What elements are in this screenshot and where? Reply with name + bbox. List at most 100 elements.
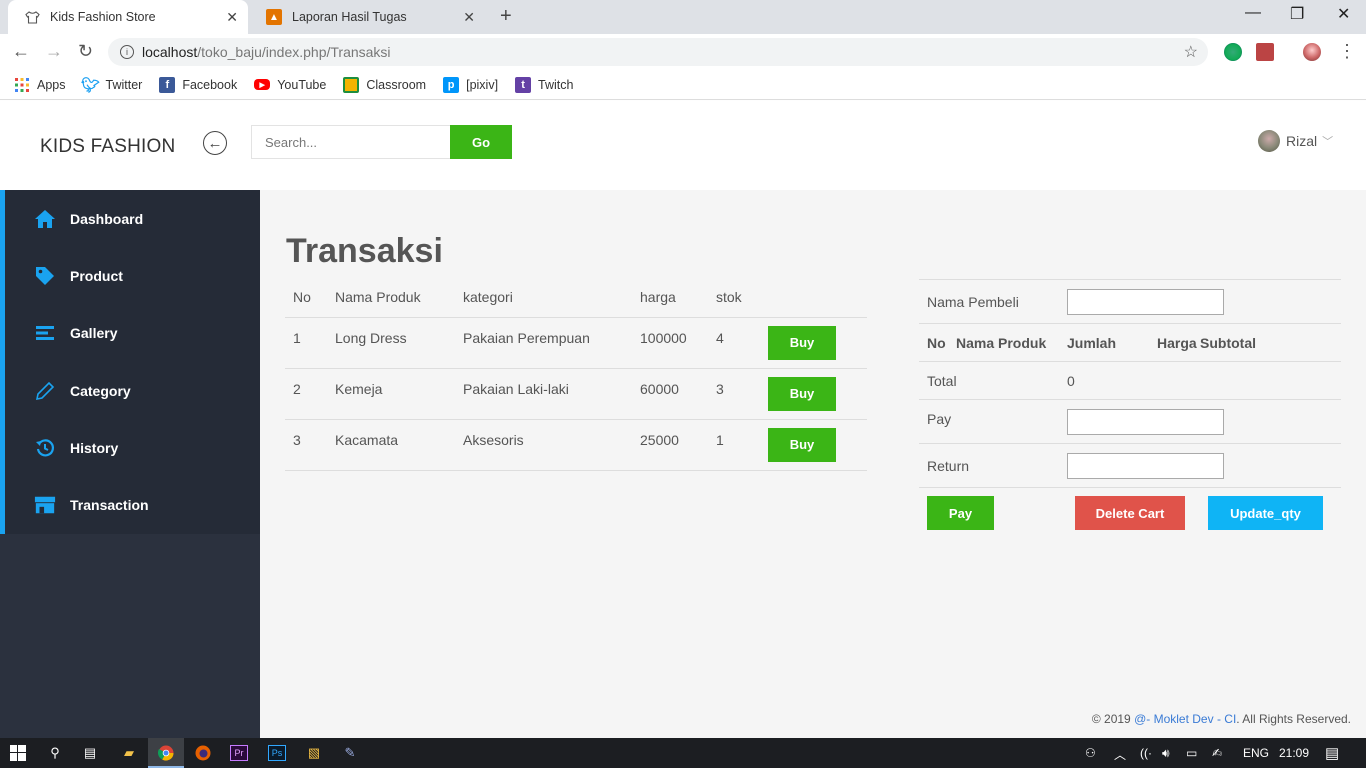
- column-header: Nama Produk: [327, 278, 455, 318]
- buy-button[interactable]: Buy: [768, 427, 836, 462]
- photoshop-icon[interactable]: Ps: [268, 745, 286, 761]
- cart-panel: Nama Pembeli No Nama Produk Jumlah Harga…: [919, 279, 1341, 537]
- buy-button[interactable]: Buy: [768, 376, 836, 411]
- bookmark-twitter[interactable]: 🐦︎ Twitter: [81, 77, 142, 94]
- store-icon: [34, 494, 56, 516]
- bookmark-label: Facebook: [182, 77, 238, 92]
- bookmark-label: Classroom: [366, 77, 427, 92]
- total-value: 0: [1067, 372, 1075, 389]
- sidebar-item-label: Product: [70, 267, 123, 284]
- pay-label: Pay: [927, 410, 952, 427]
- sidebar-item-label: Dashboard: [70, 210, 144, 227]
- column-header: kategori: [455, 278, 632, 318]
- bookmark-label: YouTube: [277, 77, 327, 92]
- column-header: stok: [708, 278, 760, 318]
- bookmark-classroom[interactable]: Classroom: [343, 76, 427, 93]
- column-header: No: [285, 278, 327, 318]
- url-input[interactable]: i localhost /toko_baju/index.php/Transak…: [108, 38, 1208, 66]
- cart-column-header: Nama Produk: [956, 334, 1047, 351]
- restore-icon[interactable]: ❐: [1290, 4, 1304, 24]
- forward-arrow-icon[interactable]: →: [45, 41, 63, 62]
- extension-pdf-icon[interactable]: [1256, 43, 1274, 61]
- bookmark-label: Apps: [37, 77, 66, 92]
- search-go-button[interactable]: Go: [450, 125, 512, 159]
- close-tab-icon[interactable]: ✕: [226, 9, 238, 26]
- bookmark-youtube[interactable]: ▶ YouTube: [254, 78, 326, 92]
- sidebar-item-product[interactable]: Product: [5, 247, 260, 304]
- bookmark-star-icon[interactable]: ☆: [1184, 42, 1198, 62]
- pen-icon[interactable]: ✍︎: [1212, 746, 1222, 760]
- paint-icon[interactable]: ✎: [341, 745, 359, 761]
- sidebar: Dashboard Product Gallery Category Histo…: [0, 190, 260, 738]
- sidebar-item-dashboard[interactable]: Dashboard: [5, 190, 260, 247]
- search-icon[interactable]: ⚲: [46, 745, 64, 761]
- info-icon[interactable]: i: [120, 45, 134, 59]
- sidebar-item-category[interactable]: Category: [5, 362, 260, 419]
- chrome-icon[interactable]: [157, 745, 175, 761]
- delete-cart-button[interactable]: Delete Cart: [1075, 496, 1185, 530]
- firefox-icon[interactable]: [194, 745, 212, 761]
- buyer-name-input[interactable]: [1067, 288, 1224, 315]
- product-table: No Nama Produk kategori harga stok 1 Lon…: [285, 278, 867, 471]
- file-explorer-icon[interactable]: ▰: [120, 745, 138, 761]
- bookmark-facebook[interactable]: f Facebook: [159, 76, 238, 93]
- menu-dots-icon[interactable]: ⋮: [1338, 41, 1356, 62]
- bookmark-twitch[interactable]: t Twitch: [515, 76, 574, 93]
- tag-icon: [34, 265, 56, 287]
- minimize-icon[interactable]: —: [1245, 4, 1261, 22]
- bookmark-apps[interactable]: Apps: [14, 77, 66, 93]
- table-header-row: No Nama Produk kategori harga stok: [285, 278, 867, 318]
- clock[interactable]: 21:09: [1279, 746, 1309, 760]
- winrar-icon[interactable]: ▧: [305, 745, 323, 761]
- task-view-icon[interactable]: ▤: [81, 745, 99, 761]
- user-menu[interactable]: Rizal ﹀: [1258, 130, 1333, 152]
- pay-button[interactable]: Pay: [927, 496, 994, 530]
- cart-column-header: No: [927, 334, 946, 351]
- column-header-action: [760, 278, 867, 318]
- cell-no: 3: [285, 419, 327, 471]
- sidebar-toggle-back-icon[interactable]: ←: [203, 131, 227, 155]
- premiere-icon[interactable]: Pr: [230, 745, 248, 761]
- extension-globe-icon[interactable]: [1224, 43, 1242, 61]
- url-path: /toko_baju/index.php/Transaksi: [197, 44, 391, 60]
- return-label: Return: [927, 457, 970, 474]
- search-input[interactable]: [251, 125, 451, 159]
- new-tab-button[interactable]: +: [500, 5, 512, 28]
- cell-action: Buy: [760, 317, 867, 369]
- browser-tab-active[interactable]: Kids Fashion Store ✕: [8, 0, 248, 34]
- windows-start-icon[interactable]: [9, 745, 27, 761]
- close-window-icon[interactable]: ✕: [1337, 4, 1350, 24]
- cell-no: 1: [285, 317, 327, 369]
- back-arrow-icon[interactable]: ←: [12, 41, 30, 62]
- footer-link[interactable]: @- Moklet Dev - CI: [1134, 712, 1236, 726]
- home-icon: [34, 208, 56, 230]
- profile-avatar-icon[interactable]: [1303, 43, 1321, 61]
- reload-icon[interactable]: ↻: [78, 41, 93, 62]
- volume-icon[interactable]: 🔊︎: [1162, 746, 1170, 761]
- chevron-up-icon[interactable]: ︿: [1114, 746, 1126, 763]
- update-qty-button[interactable]: Update_qty: [1208, 496, 1323, 530]
- bookmark-label: Twitch: [538, 77, 574, 92]
- notification-icon[interactable]: ▤: [1325, 744, 1339, 762]
- return-input[interactable]: [1067, 452, 1224, 479]
- sidebar-item-label: Category: [70, 382, 131, 399]
- classroom-icon: [343, 76, 360, 93]
- battery-icon[interactable]: ▭: [1186, 746, 1197, 760]
- bookmark-pixiv[interactable]: p [pixiv]: [443, 76, 498, 93]
- buy-button[interactable]: Buy: [768, 325, 836, 360]
- people-icon[interactable]: ⚇: [1085, 746, 1096, 760]
- cell-no: 2: [285, 368, 327, 420]
- browser-tab-strip: Kids Fashion Store ✕ ▲ Laporan Hasil Tug…: [0, 0, 1366, 34]
- pay-input[interactable]: [1067, 408, 1224, 435]
- sidebar-item-transaction[interactable]: Transaction: [5, 476, 260, 533]
- close-tab-icon[interactable]: ✕: [463, 9, 475, 26]
- brand-logo-text[interactable]: KIDS FASHION: [40, 136, 175, 158]
- sidebar-item-history[interactable]: History: [5, 419, 260, 476]
- language-indicator[interactable]: ENG: [1243, 746, 1269, 760]
- cart-column-header: Subtotal: [1200, 334, 1256, 351]
- browser-tab-inactive[interactable]: ▲ Laporan Hasil Tugas ✕: [250, 0, 485, 34]
- return-row: Return: [919, 443, 1341, 487]
- sidebar-item-gallery[interactable]: Gallery: [5, 305, 260, 362]
- footer-prefix: © 2019: [1091, 712, 1135, 726]
- wifi-icon[interactable]: ((·: [1140, 746, 1152, 760]
